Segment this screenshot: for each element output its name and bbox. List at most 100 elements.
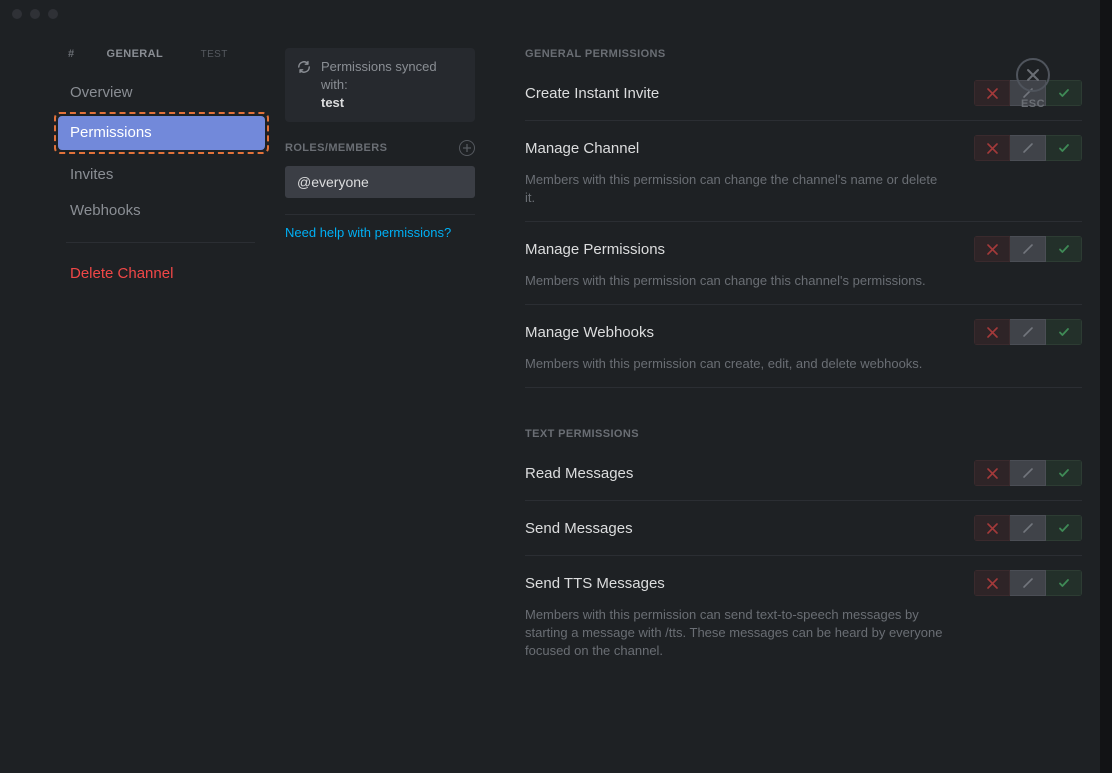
traffic-light-min[interactable] [30,9,40,19]
toggle-deny[interactable] [974,236,1010,262]
toggle-allow[interactable] [1046,319,1082,345]
perm-toggle [974,570,1082,596]
perm-desc: Members with this permission can create,… [525,355,945,373]
toggle-allow[interactable] [1046,515,1082,541]
toggle-allow[interactable] [1046,236,1082,262]
role-everyone[interactable]: @everyone [285,166,475,198]
sync-card: Permissions synced with: test [285,48,475,122]
sync-icon [297,60,311,74]
perm-manage-channel: Manage Channel Members with this permiss… [525,135,1082,207]
roles-column: Permissions synced with: test Roles/Memb… [265,28,495,773]
annotation-highlight: Permissions [54,112,269,154]
toggle-neutral[interactable] [1010,515,1046,541]
add-role-button[interactable] [459,140,475,156]
perm-title: Manage Webhooks [525,324,654,341]
toggle-neutral[interactable] [1010,570,1046,596]
toggle-deny[interactable] [974,570,1010,596]
perm-toggle [974,135,1082,161]
breadcrumb-server: TEST [201,49,228,60]
perm-read-messages: Read Messages [525,460,1082,486]
close-icon [1026,68,1040,82]
window-titlebar [0,0,1112,28]
slash-icon [1022,577,1034,589]
toggle-allow[interactable] [1046,570,1082,596]
check-icon [1058,467,1070,479]
perm-separator [525,500,1082,501]
traffic-light-close[interactable] [12,9,22,19]
sidebar-item-label: Permissions [70,124,152,141]
check-icon [1058,142,1070,154]
toggle-deny[interactable] [974,515,1010,541]
role-label: @everyone [297,174,369,190]
slash-icon [1022,467,1034,479]
sidebar-item-webhooks[interactable]: Webhooks [58,194,257,228]
sidebar-item-delete-channel[interactable]: Delete Channel [58,257,257,291]
close-button[interactable] [1016,58,1050,92]
perm-manage-webhooks: Manage Webhooks Members with this permis… [525,319,1082,373]
x-icon [987,327,998,338]
perm-send-tts-messages: Send TTS Messages Members with this perm… [525,570,1082,660]
roles-header: Roles/Members [285,142,387,154]
perm-toggle [974,319,1082,345]
x-icon [987,578,998,589]
breadcrumb-hash: # [68,48,75,60]
plus-icon [463,144,471,152]
x-icon [987,143,998,154]
sidebar-item-permissions[interactable]: Permissions [58,116,265,150]
toggle-neutral[interactable] [1010,236,1046,262]
toggle-deny[interactable] [974,135,1010,161]
toggle-neutral[interactable] [1010,460,1046,486]
toggle-neutral[interactable] [1010,135,1046,161]
check-icon [1058,87,1070,99]
perm-title: Create Instant Invite [525,85,659,102]
toggle-deny[interactable] [974,80,1010,106]
perm-separator [525,387,1082,388]
traffic-light-zoom[interactable] [48,9,58,19]
sidebar-item-overview[interactable]: Overview [58,76,257,110]
sync-title: Permissions synced with: [321,58,463,94]
sidebar-item-invites[interactable]: Invites [58,158,257,192]
x-icon [987,523,998,534]
toggle-deny[interactable] [974,319,1010,345]
middle-separator [285,214,475,215]
section-title-text: Text Permissions [525,428,1082,440]
perm-title: Send TTS Messages [525,575,665,592]
perm-toggle [974,236,1082,262]
x-icon [987,468,998,479]
check-icon [1058,243,1070,255]
perm-title: Send Messages [525,520,633,537]
perm-title: Manage Channel [525,140,639,157]
toggle-allow[interactable] [1046,460,1082,486]
perm-create-instant-invite: Create Instant Invite [525,80,1082,106]
perm-separator [525,120,1082,121]
perm-send-messages: Send Messages [525,515,1082,541]
section-title-general: General Permissions [525,48,1082,60]
slash-icon [1022,326,1034,338]
toggle-deny[interactable] [974,460,1010,486]
check-icon [1058,326,1070,338]
settings-sidebar: #GENERAL TEST Overview Permissions Invit… [0,28,265,773]
toggle-allow[interactable] [1046,135,1082,161]
slash-icon [1022,142,1034,154]
toggle-neutral[interactable] [1010,319,1046,345]
sidebar-item-label: Webhooks [70,202,141,219]
perm-separator [525,221,1082,222]
permissions-help-link[interactable]: Need help with permissions? [285,225,475,240]
perm-desc: Members with this permission can send te… [525,606,945,660]
toggle-allow[interactable] [1046,80,1082,106]
check-icon [1058,522,1070,534]
slash-icon [1022,243,1034,255]
esc-label: ESC [1021,98,1045,110]
perm-manage-permissions: Manage Permissions Members with this per… [525,236,1082,290]
breadcrumb-channel: GENERAL [77,28,194,60]
sidebar-item-label: Invites [70,166,113,183]
help-link-label: Need help with permissions? [285,225,451,240]
perm-title: Manage Permissions [525,241,665,258]
check-icon [1058,577,1070,589]
perm-separator [525,555,1082,556]
perm-desc: Members with this permission can change … [525,171,945,207]
slash-icon [1022,522,1034,534]
sync-subtitle: test [321,94,463,112]
right-edge [1100,0,1112,773]
x-icon [987,244,998,255]
